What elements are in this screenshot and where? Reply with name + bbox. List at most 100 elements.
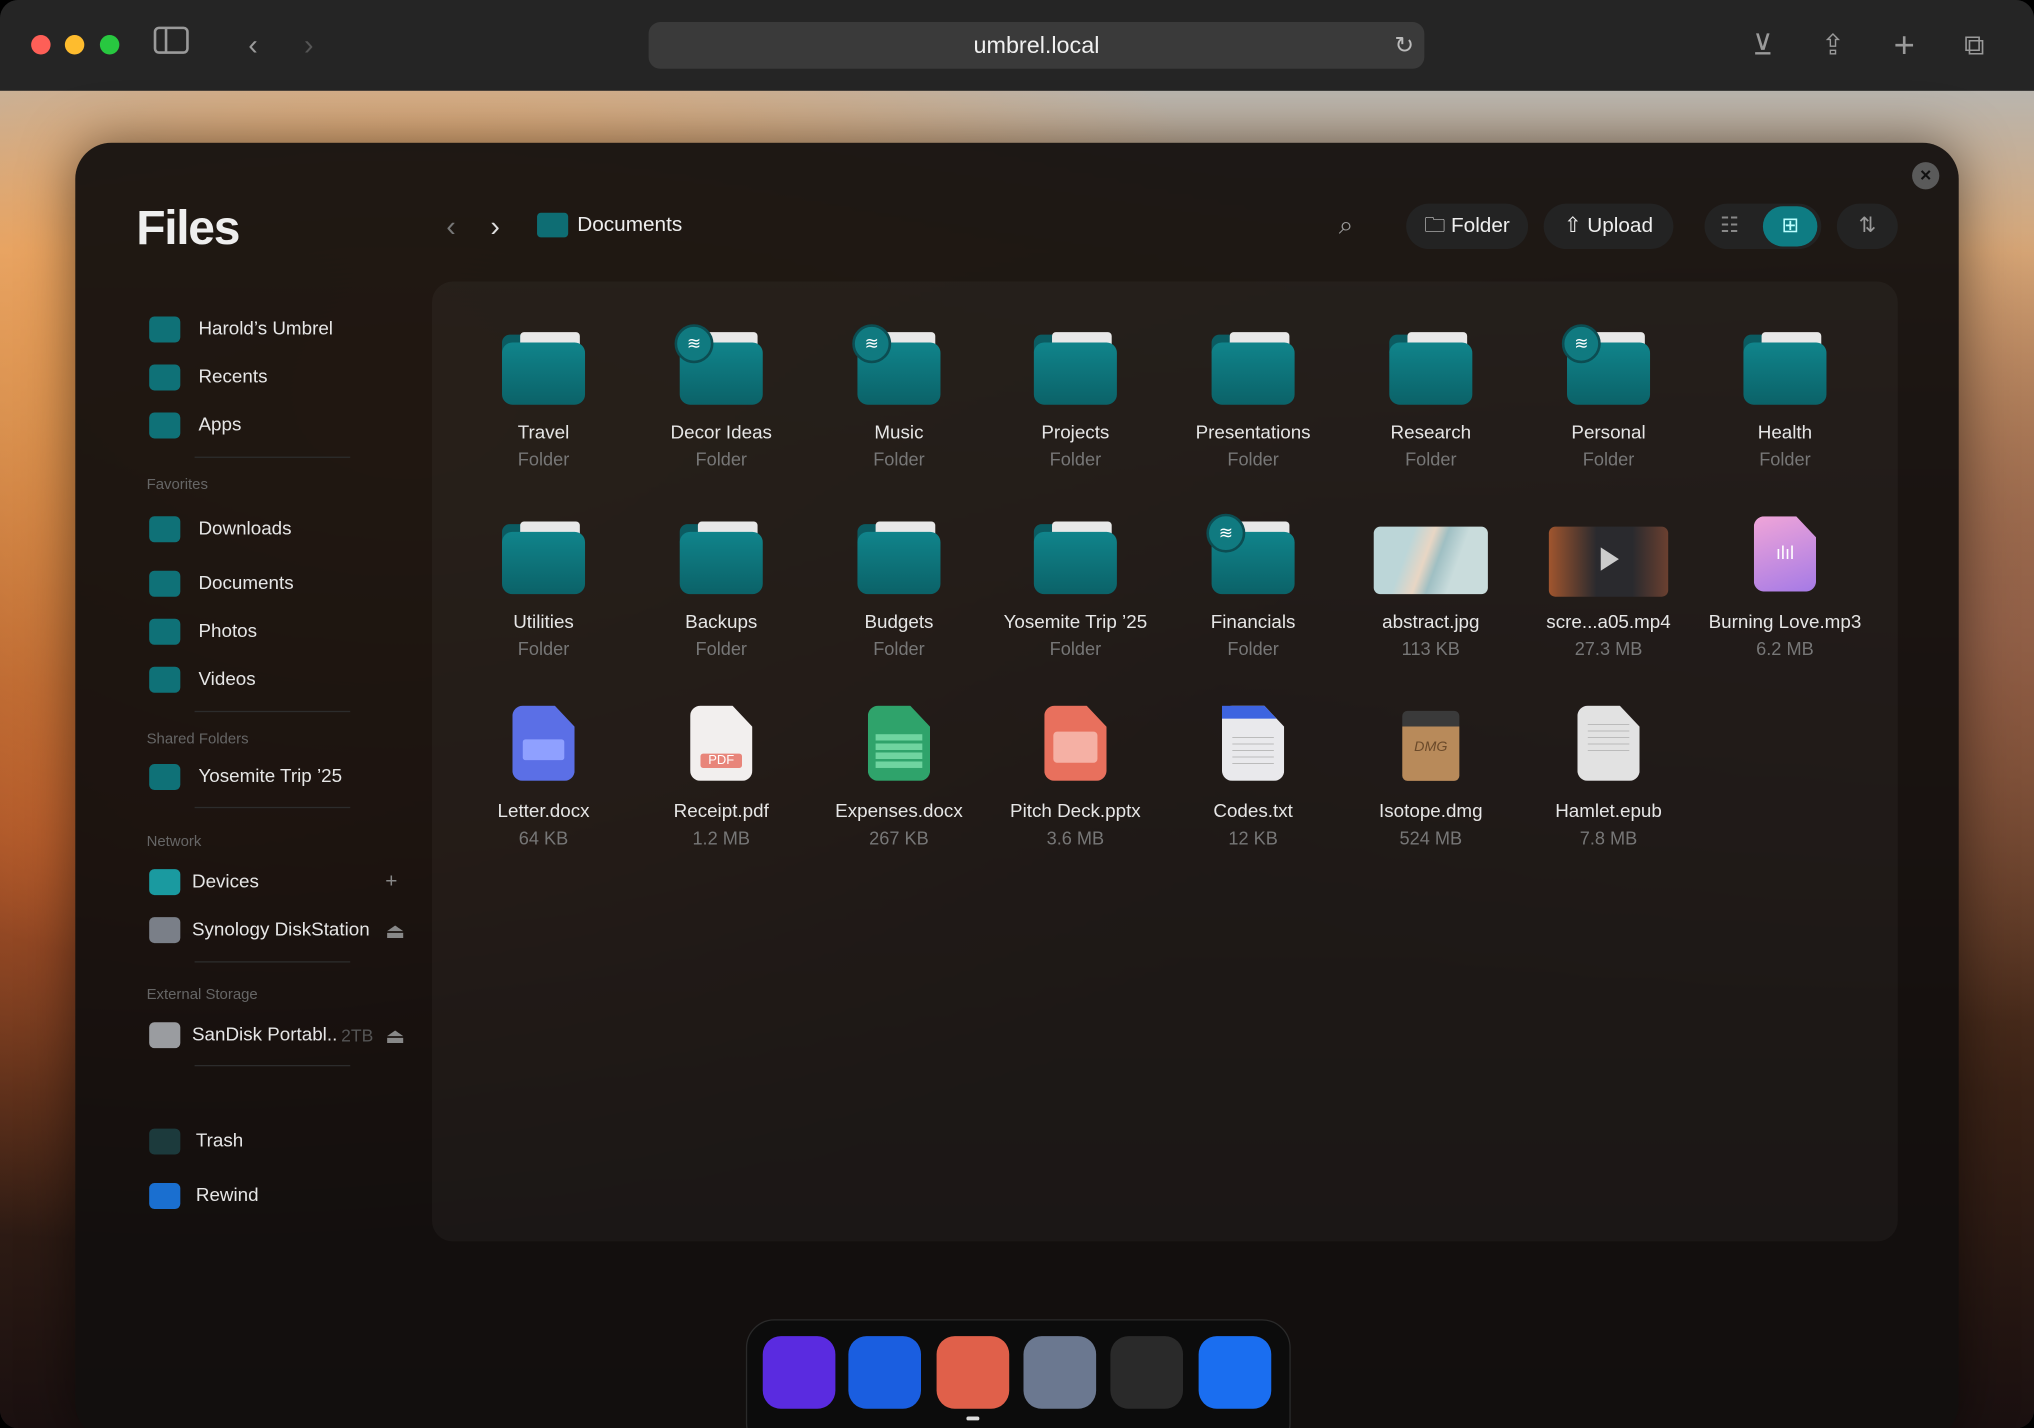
browser-toolbar: ‹ › umbrel.local↻ ⊻ ⇪ + ⧉ <box>0 0 2034 92</box>
grid-view-icon[interactable]: ⊞ <box>1763 206 1817 246</box>
dock-monitor-icon[interactable] <box>1110 1336 1183 1409</box>
file-item[interactable]: DMG Isotope.dmg 524 MB <box>1343 703 1519 848</box>
folder-icon <box>680 521 763 594</box>
item-name: Burning Love.mp3 <box>1697 612 1873 633</box>
item-detail: Folder <box>987 638 1163 659</box>
share-icon[interactable]: ⇪ <box>1813 26 1852 65</box>
minimize-window-button[interactable] <box>65 35 84 54</box>
folder-item[interactable]: TravelFolder <box>455 324 631 469</box>
dock-widgets-icon[interactable] <box>1199 1336 1272 1409</box>
nav-forward-icon[interactable]: › <box>490 210 500 244</box>
dock-app-store-icon[interactable] <box>848 1336 921 1409</box>
disk-image-icon: DMG <box>1402 711 1459 781</box>
section-label: External Storage <box>147 987 258 1003</box>
maximize-window-button[interactable] <box>100 35 119 54</box>
item-name: Health <box>1697 423 1873 444</box>
clock-icon <box>149 365 180 391</box>
home-icon <box>149 317 180 343</box>
sidebar-item-label: Downloads <box>198 519 291 540</box>
folder-item[interactable]: ResearchFolder <box>1343 324 1519 469</box>
folder-item[interactable]: PresentationsFolder <box>1165 324 1341 469</box>
sidebar-toggle-icon[interactable] <box>152 26 191 65</box>
item-name: Backups <box>633 612 809 633</box>
download-icon[interactable]: ⊻ <box>1743 26 1782 65</box>
folder-icon <box>1389 332 1472 405</box>
folder-icon <box>149 516 180 542</box>
folder-item[interactable]: ≋FinancialsFolder <box>1165 514 1341 659</box>
dock-settings-icon[interactable] <box>1023 1336 1096 1409</box>
nas-icon <box>149 917 180 943</box>
file-item[interactable]: Hamlet.epub7.8 MB <box>1520 703 1696 848</box>
reload-icon[interactable]: ↻ <box>1394 22 1414 69</box>
file-item[interactable]: PDFReceipt.pdf1.2 MB <box>633 703 809 848</box>
file-item[interactable]: scre...a05.mp427.3 MB <box>1520 514 1696 659</box>
item-detail: Folder <box>811 449 987 470</box>
folder-item[interactable]: UtilitiesFolder <box>455 514 631 659</box>
item-detail: Folder <box>633 638 809 659</box>
sort-icon[interactable]: ⇅ <box>1837 204 1898 249</box>
file-item[interactable]: Letter.docx64 KB <box>455 703 631 848</box>
item-name: Budgets <box>811 612 987 633</box>
file-item[interactable]: Pitch Deck.pptx 3.6 MB <box>987 703 1163 848</box>
address-bar[interactable]: umbrel.local↻ <box>649 22 1425 69</box>
item-name: Letter.docx <box>455 802 631 823</box>
file-item[interactable]: Expenses.docx 267 KB <box>811 703 987 848</box>
upload-icon: ⇧ <box>1564 215 1581 237</box>
folder-item[interactable]: ProjectsFolder <box>987 324 1163 469</box>
file-item[interactable]: Codes.txt12 KB <box>1165 703 1341 848</box>
upload-button[interactable]: ⇧ Upload <box>1544 204 1674 249</box>
item-detail: Folder <box>633 449 809 470</box>
folder-item[interactable]: Backups Folder <box>633 514 809 659</box>
view-toggle: ☷ ⊞ <box>1705 204 1822 249</box>
item-name: Travel <box>455 423 631 444</box>
dock-files-icon[interactable] <box>937 1336 1010 1409</box>
eject-icon[interactable]: ⏏ <box>385 1023 405 1049</box>
upload-label: Upload <box>1587 215 1653 237</box>
close-files-button[interactable]: × <box>1912 162 1939 189</box>
sidebar-item-label: Recents <box>198 367 267 388</box>
sidebar-item-label: SanDisk Portabl.. <box>192 1025 337 1046</box>
folder-plus-icon: 🗀 <box>1424 215 1445 237</box>
folder-item[interactable]: ≋MusicFolder <box>811 324 987 469</box>
pdf-file-icon: PDF <box>690 706 752 781</box>
folder-item[interactable]: ≋Decor IdeasFolder <box>633 324 809 469</box>
eject-icon[interactable]: ⏏ <box>385 918 405 944</box>
item-detail: 3.6 MB <box>987 828 1163 849</box>
breadcrumb[interactable]: Documents <box>577 214 682 237</box>
forward-icon[interactable]: › <box>289 26 328 65</box>
drive-icon <box>149 1022 180 1048</box>
file-item[interactable]: ılılBurning Love.mp36.2 MB <box>1697 514 1873 659</box>
tabs-overview-icon[interactable]: ⧉ <box>1955 26 1994 65</box>
new-folder-button[interactable]: 🗀 Folder <box>1406 204 1528 249</box>
item-name: Yosemite Trip ’25 <box>987 612 1163 633</box>
close-window-button[interactable] <box>31 35 50 54</box>
item-name: Pitch Deck.pptx <box>987 802 1163 823</box>
item-name: Receipt.pdf <box>633 802 809 823</box>
new-tab-icon[interactable]: + <box>1885 26 1924 65</box>
item-name: Isotope.dmg <box>1343 802 1519 823</box>
dock-home-icon[interactable] <box>763 1336 836 1409</box>
nav-back-icon[interactable]: ‹ <box>446 210 456 244</box>
folder-item[interactable]: ≋PersonalFolder <box>1520 324 1696 469</box>
item-detail: 113 KB <box>1343 638 1519 659</box>
new-folder-label: Folder <box>1451 215 1510 237</box>
back-icon[interactable]: ‹ <box>233 26 272 65</box>
list-view-icon[interactable]: ☷ <box>1720 204 1739 249</box>
shared-folder-icon <box>149 764 180 790</box>
item-detail: 267 KB <box>811 828 987 849</box>
file-item[interactable]: abstract.jpg113 KB <box>1343 514 1519 659</box>
item-name: Expenses.docx <box>811 802 987 823</box>
audio-file-icon: ılıl <box>1754 516 1816 591</box>
folder-item[interactable]: Yosemite Trip ’25 Folder <box>987 514 1163 659</box>
sidebar-item-label: Devices <box>192 872 259 893</box>
folder-item[interactable]: HealthFolder <box>1697 324 1873 469</box>
box-icon <box>149 413 180 439</box>
shared-wifi-icon: ≋ <box>852 324 891 363</box>
search-icon[interactable]: ⌕ <box>1339 211 1354 241</box>
folder-icon <box>149 571 180 597</box>
add-device-icon[interactable]: + <box>385 870 397 893</box>
folder-item[interactable]: BudgetsFolder <box>811 514 987 659</box>
divider <box>195 457 351 458</box>
item-detail: 524 MB <box>1343 828 1519 849</box>
folder-icon: ≋ <box>680 332 763 405</box>
